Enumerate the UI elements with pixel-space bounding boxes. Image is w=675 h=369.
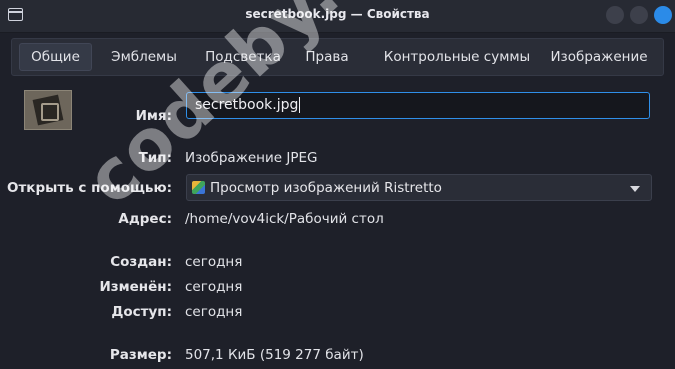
close-button[interactable] [654,6,672,24]
modified-label: Изменён: [99,279,172,295]
size-value: 507,1 КиБ (519 277 байт) [185,347,364,363]
size-label: Размер: [109,347,172,363]
open-with-dropdown[interactable]: Просмотр изображений Ristretto [186,174,652,201]
tab-bar: Общие Эмблемы Подсветка Права Контрольны… [11,38,664,76]
tab-image[interactable]: Изображение [550,43,648,71]
accessed-value: сегодня [185,304,243,320]
created-value: сегодня [185,254,243,270]
type-value: Изображение JPEG [185,150,318,166]
accessed-label: Доступ: [111,304,172,320]
minimize-button[interactable] [606,6,624,24]
text-caret [299,97,301,113]
address-value: /home/vov4ick/Рабочий стол [185,211,384,227]
chevron-down-icon [630,186,640,192]
tab-checksums[interactable]: Контрольные суммы [376,43,538,71]
file-thumbnail [24,90,72,130]
open-with-value: Просмотр изображений Ristretto [210,180,442,196]
tab-general[interactable]: Общие [19,43,92,71]
maximize-button[interactable] [630,6,648,24]
modified-value: сегодня [185,279,243,295]
ristretto-app-icon [192,181,205,194]
created-label: Создан: [110,254,172,270]
